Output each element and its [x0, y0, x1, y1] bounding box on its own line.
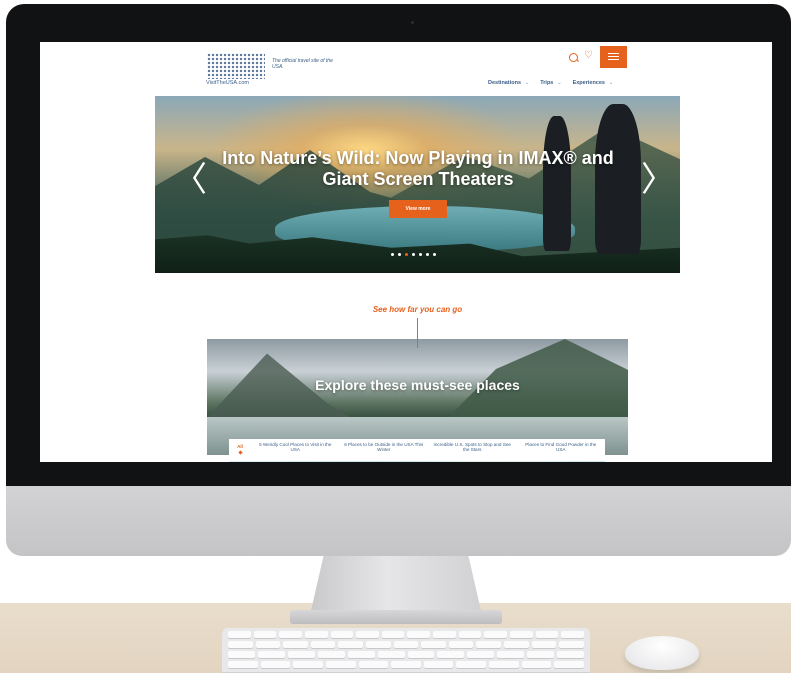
view-more-button[interactable]: View more: [389, 200, 447, 218]
carousel-dot[interactable]: [426, 253, 429, 256]
monitor-screen: VisitTheUSA.com The official travel site…: [40, 42, 772, 462]
usa-logo[interactable]: [207, 53, 265, 79]
carousel-dots: [391, 253, 436, 256]
nav-destinations[interactable]: Destinations ⌄: [488, 80, 529, 86]
mouse: [625, 636, 699, 670]
monitor-stand: [310, 555, 482, 615]
tab-weirdly-cool[interactable]: 5 Weirdly Cool Places to Visit in the US…: [251, 439, 340, 453]
connector-line: [417, 318, 418, 348]
tab-stars[interactable]: Incredible U.S. Spots to Stop and See th…: [428, 439, 517, 453]
chevron-left-icon[interactable]: 〈: [173, 163, 207, 197]
tab-all[interactable]: All: [229, 439, 251, 454]
explore-title: Explore these must-see places: [315, 377, 520, 393]
search-icon[interactable]: [569, 53, 578, 62]
tab-outside-winter[interactable]: 6 Places to be Outside in the USA This W…: [340, 439, 429, 453]
chevron-down-icon: ⌄: [557, 80, 562, 86]
chevron-right-icon[interactable]: 〉: [641, 163, 675, 197]
hero-carousel: Into Nature’s Wild: Now Playing in IMAX®…: [155, 96, 680, 273]
nav-trips[interactable]: Trips ⌄: [540, 80, 561, 86]
carousel-dot[interactable]: [433, 253, 436, 256]
tagline: The official travel site of the USA.: [272, 58, 333, 70]
logo-subtitle: VisitTheUSA.com: [206, 80, 249, 86]
carousel-dot[interactable]: [412, 253, 415, 256]
hero-title: Into Nature’s Wild: Now Playing in IMAX®…: [222, 148, 614, 189]
website: VisitTheUSA.com The official travel site…: [155, 46, 680, 462]
carousel-dot[interactable]: [391, 253, 394, 256]
camera-icon: [411, 21, 414, 24]
carousel-dot[interactable]: [419, 253, 422, 256]
keyboard: [222, 628, 590, 673]
tab-powder[interactable]: Places to Find Good Powder in the USA: [517, 439, 606, 453]
main-nav: Destinations ⌄ Trips ⌄ Experiences ⌄: [488, 80, 613, 86]
site-header: VisitTheUSA.com The official travel site…: [155, 46, 627, 96]
map-preview[interactable]: [229, 461, 605, 462]
explore-section: Explore these must-see places: [207, 339, 628, 455]
chevron-down-icon: ⌄: [609, 80, 614, 86]
carousel-dot[interactable]: [405, 253, 408, 256]
monitor-stand-base: [290, 610, 502, 624]
hamburger-menu-icon[interactable]: [600, 46, 627, 68]
heart-icon[interactable]: ♡: [584, 51, 593, 61]
carousel-dot[interactable]: [398, 253, 401, 256]
explore-tabs: All 5 Weirdly Cool Places to Visit in th…: [229, 439, 605, 462]
chevron-down-icon: ⌄: [525, 80, 530, 86]
see-how-heading: See how far you can go: [372, 305, 463, 314]
nav-experiences[interactable]: Experiences ⌄: [573, 80, 614, 86]
